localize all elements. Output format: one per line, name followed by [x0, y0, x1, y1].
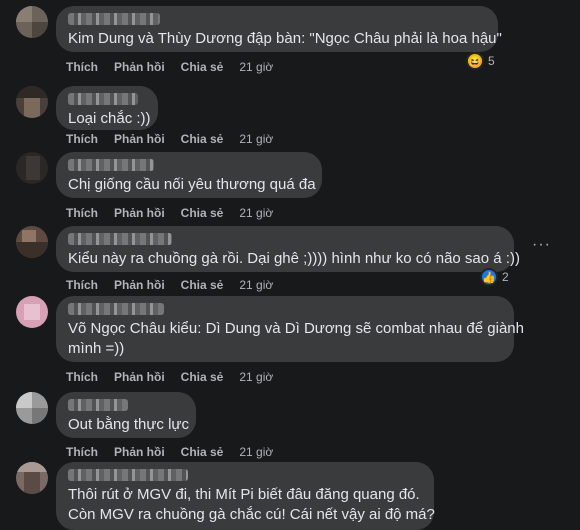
comment-text-line: Còn MGV ra chuồng gà chắc cú! Cái nết vậ… — [68, 506, 435, 523]
timestamp[interactable]: 21 giờ — [239, 369, 273, 385]
avatar[interactable] — [16, 462, 48, 494]
haha-icon: 😆 — [466, 52, 484, 70]
reply-button[interactable]: Phản hồi — [114, 59, 165, 75]
comment-actions: Thích Phản hồi Chia sẻ 21 giờ — [66, 59, 273, 75]
avatar[interactable] — [16, 392, 48, 424]
avatar[interactable] — [16, 296, 48, 328]
avatar[interactable] — [16, 152, 48, 184]
comment-text: Loại chắc :)) — [68, 110, 151, 127]
avatar[interactable] — [16, 6, 48, 38]
reply-button[interactable]: Phản hồi — [114, 369, 165, 385]
author-name-blurred[interactable] — [68, 93, 138, 105]
comment-actions: Thích Phản hồi Chia sẻ 21 giờ — [66, 205, 273, 221]
timestamp[interactable]: 21 giờ — [239, 277, 273, 293]
more-options-icon[interactable]: ··· — [532, 236, 551, 254]
comment-actions: Thích Phản hồi Chia sẻ 21 giờ — [66, 277, 273, 293]
share-button[interactable]: Chia sẻ — [181, 205, 224, 221]
reaction-count-label: 2 — [502, 270, 509, 284]
share-button[interactable]: Chia sẻ — [181, 131, 224, 147]
like-icon: 👍 — [480, 268, 498, 286]
avatar[interactable] — [16, 226, 48, 258]
comment-bubble: Loại chắc :)) — [56, 86, 158, 130]
comment-bubble: Kiểu này ra chuồng gà rồi. Dại ghê ;))))… — [56, 226, 520, 272]
like-button[interactable]: Thích — [66, 369, 98, 385]
reaction-count-label: 5 — [488, 54, 495, 68]
share-button[interactable]: Chia sẻ — [181, 369, 224, 385]
comment-text: Chị giống cầu nối yêu thương quá đa — [68, 176, 316, 193]
comment-text: Kiểu này ra chuồng gà rồi. Dại ghê ;))))… — [68, 250, 520, 267]
author-name-blurred[interactable] — [68, 233, 172, 245]
timestamp[interactable]: 21 giờ — [239, 59, 273, 75]
author-name-blurred[interactable] — [68, 469, 188, 481]
avatar[interactable] — [16, 86, 48, 118]
comment-bubble: Kim Dung và Thùy Dương đập bàn: "Ngọc Ch… — [56, 6, 502, 52]
like-button[interactable]: Thích — [66, 131, 98, 147]
reply-button[interactable]: Phản hồi — [114, 277, 165, 293]
comment-actions: Thích Phản hồi Chia sẻ 21 giờ — [66, 369, 273, 385]
comment-actions: Thích Phản hồi Chia sẻ 21 giờ — [66, 131, 273, 147]
reply-button[interactable]: Phản hồi — [114, 444, 165, 460]
comment-text-line: Võ Ngọc Châu kiểu: Dì Dung và Dì Dương s… — [68, 320, 524, 337]
comment-text: Kim Dung và Thùy Dương đập bàn: "Ngọc Ch… — [68, 30, 502, 47]
timestamp[interactable]: 21 giờ — [239, 131, 273, 147]
timestamp[interactable]: 21 giờ — [239, 205, 273, 221]
share-button[interactable]: Chia sẻ — [181, 277, 224, 293]
comment-bubble: Võ Ngọc Châu kiểu: Dì Dung và Dì Dương s… — [56, 296, 524, 362]
like-button[interactable]: Thích — [66, 205, 98, 221]
author-name-blurred[interactable] — [68, 303, 164, 315]
like-button[interactable]: Thích — [66, 59, 98, 75]
reply-button[interactable]: Phản hồi — [114, 205, 165, 221]
reaction-count[interactable]: 👍 2 — [480, 268, 509, 286]
share-button[interactable]: Chia sẻ — [181, 444, 224, 460]
timestamp[interactable]: 21 giờ — [239, 444, 273, 460]
like-button[interactable]: Thích — [66, 444, 98, 460]
comment-bubble: Chị giống cầu nối yêu thương quá đa — [56, 152, 322, 198]
author-name-blurred[interactable] — [68, 399, 128, 411]
comment-actions: Thích Phản hồi Chia sẻ 21 giờ — [66, 444, 273, 460]
comment-text-line: mình =)) — [68, 340, 125, 357]
author-name-blurred[interactable] — [68, 13, 160, 25]
reply-button[interactable]: Phản hồi — [114, 131, 165, 147]
comment-bubble: Out bằng thực lực — [56, 392, 196, 438]
like-button[interactable]: Thích — [66, 277, 98, 293]
reaction-count[interactable]: 😆 5 — [466, 52, 495, 70]
comment-text-line: Thôi rút ở MGV đi, thi Mít Pi biết đâu đ… — [68, 486, 420, 503]
comment-text: Out bằng thực lực — [68, 416, 189, 433]
author-name-blurred[interactable] — [68, 159, 154, 171]
share-button[interactable]: Chia sẻ — [181, 59, 224, 75]
comment-bubble: Thôi rút ở MGV đi, thi Mít Pi biết đâu đ… — [56, 462, 435, 530]
